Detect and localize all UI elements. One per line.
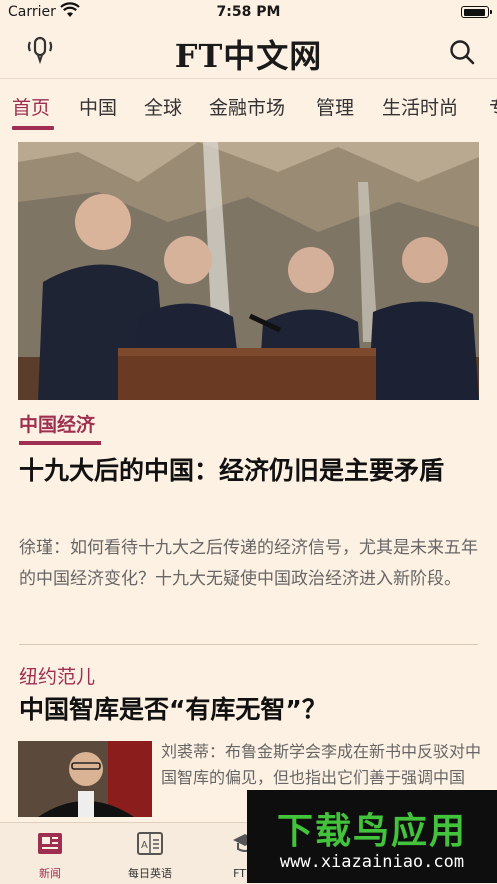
tab-lifestyle[interactable]: 生活时尚: [382, 93, 458, 120]
hero-image[interactable]: [18, 142, 479, 400]
svg-text:A: A: [141, 840, 148, 851]
article-headline[interactable]: 中国智库是否“有库无智”？: [19, 692, 479, 727]
bottom-tab-news[interactable]: 新闻: [0, 823, 100, 884]
status-bar: Carrier 7:58 PM: [0, 0, 497, 26]
article-thumbnail[interactable]: [18, 741, 152, 817]
bottom-tab-label: 新闻: [39, 867, 61, 880]
tab-global[interactable]: 全球: [144, 93, 182, 120]
app-logo: FT中文网: [174, 37, 323, 75]
status-time: 7:58 PM: [216, 4, 281, 20]
article-headline[interactable]: 十九大后的中国：经济仍旧是主要矛盾: [19, 453, 479, 488]
tab-markets[interactable]: 金融市场: [209, 93, 285, 120]
bottom-tab-label: 每日英语: [128, 867, 172, 880]
english-icon: A: [137, 832, 163, 855]
search-icon[interactable]: [447, 37, 477, 67]
article-summary[interactable]: 徐瑾：如何看待十九大之后传递的经济信号，尤其是未来五年的中国经济变化？十九大无疑…: [19, 533, 481, 595]
tab-management[interactable]: 管理: [316, 93, 354, 120]
article-section-tag[interactable]: 中国经济: [19, 410, 95, 437]
article-section-tag[interactable]: 纽约范儿: [19, 662, 95, 689]
section-tag-underline: [19, 441, 101, 445]
watermark-logo-text: 下载鸟应用: [276, 811, 467, 852]
article-summary[interactable]: 刘裘蒂：布鲁金斯学会李成在新书中反驳对中国智库的偏见，但也指出它们善于强调中国: [161, 739, 481, 791]
bottom-tab-english[interactable]: A 每日英语: [100, 823, 200, 884]
news-icon: [38, 833, 62, 854]
battery-icon: [461, 6, 492, 18]
article-feed[interactable]: 中国经济 十九大后的中国：经济仍旧是主要矛盾 徐瑾：如何看待十九大之后传递的经济…: [0, 130, 497, 822]
tab-more[interactable]: 专: [489, 93, 497, 120]
tab-china[interactable]: 中国: [79, 93, 117, 120]
article-divider: [19, 644, 478, 645]
tab-home[interactable]: 首页: [12, 93, 50, 120]
watermark-overlay: 下载鸟应用 www.xiazainiao.com: [247, 790, 497, 883]
nav-bar: FT中文网: [0, 26, 497, 76]
watermark-url: www.xiazainiao.com: [279, 852, 465, 872]
channel-tab-bar: 首页 中国 全球 金融市场 管理 生活时尚 专: [0, 78, 497, 131]
